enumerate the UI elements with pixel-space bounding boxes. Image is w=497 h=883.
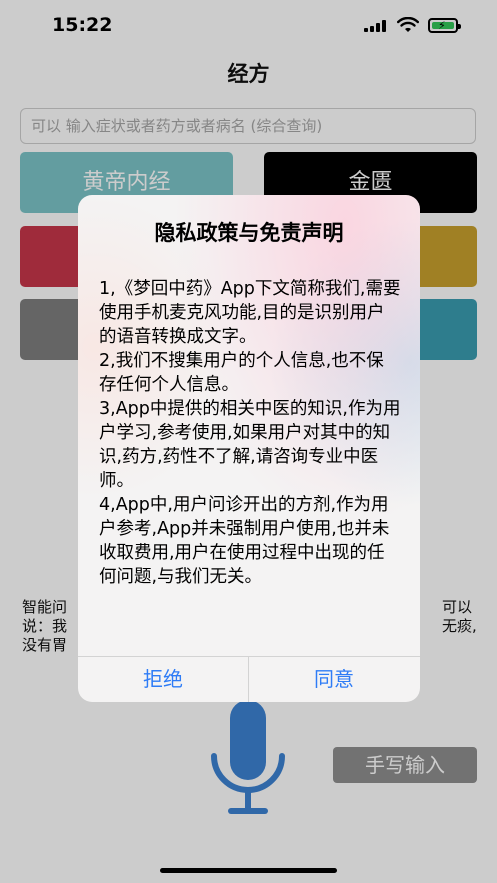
- main-screen: 15:22 ⚡ 经方 黄帝内经 金匮: [0, 0, 497, 883]
- reject-button[interactable]: 拒绝: [78, 657, 248, 702]
- privacy-dialog: 隐私政策与免责声明 1,《梦回中药》App下文简称我们,需要使用手机麦克风功能,…: [78, 195, 420, 702]
- dialog-title: 隐私政策与免责声明: [154, 221, 344, 245]
- dialog-body: 1,《梦回中药》App下文简称我们,需要使用手机麦克风功能,目的是识别用户的语音…: [99, 279, 401, 587]
- agree-button[interactable]: 同意: [249, 657, 419, 702]
- home-indicator[interactable]: [160, 868, 337, 873]
